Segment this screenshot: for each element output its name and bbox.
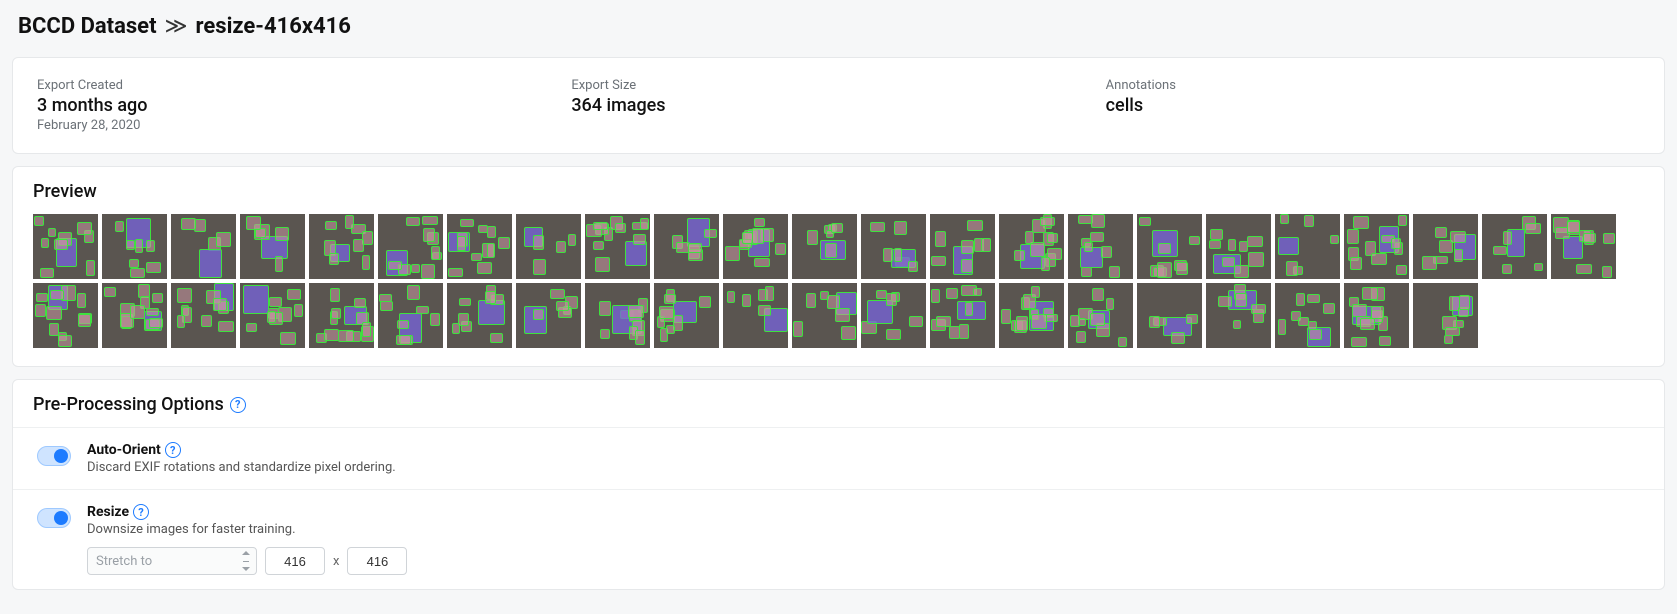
export-size-block: Export Size 364 images — [571, 78, 1105, 133]
resize-desc: Downsize images for faster training. — [87, 522, 407, 537]
preview-thumbnail[interactable] — [240, 214, 305, 279]
preview-thumbnail[interactable] — [309, 214, 374, 279]
resize-height-input[interactable] — [347, 547, 407, 575]
resize-width-input[interactable] — [265, 547, 325, 575]
preview-thumbnail[interactable] — [378, 214, 443, 279]
export-created-value: 3 months ago — [37, 95, 571, 116]
preview-thumbnail[interactable] — [1206, 214, 1271, 279]
preview-thumbnail[interactable] — [1275, 283, 1340, 348]
annotations-block: Annotations cells — [1106, 78, 1640, 133]
preview-thumbnail[interactable] — [999, 283, 1064, 348]
preview-thumbnail[interactable] — [171, 214, 236, 279]
preview-thumbnail[interactable] — [1344, 283, 1409, 348]
preview-thumbnail[interactable] — [33, 283, 98, 348]
export-size-value: 364 images — [571, 95, 1105, 116]
preview-thumbnail[interactable] — [999, 214, 1064, 279]
breadcrumb-separator-icon: ≫ — [165, 14, 188, 39]
preview-thumbnail[interactable] — [1068, 283, 1133, 348]
preview-panel: Preview — [12, 166, 1665, 367]
preview-thumbnail[interactable] — [1551, 214, 1616, 279]
preview-thumbnail[interactable] — [654, 283, 719, 348]
option-auto-orient: Auto-Orient ? Discard EXIF rotations and… — [13, 427, 1664, 489]
breadcrumb-version[interactable]: resize-416x416 — [196, 14, 351, 39]
preview-thumbnail[interactable] — [1413, 283, 1478, 348]
auto-orient-desc: Discard EXIF rotations and standardize p… — [87, 460, 396, 475]
preview-grid — [13, 214, 1664, 366]
help-icon[interactable]: ? — [133, 504, 149, 520]
preview-thumbnail[interactable] — [240, 283, 305, 348]
export-created-block: Export Created 3 months ago February 28,… — [37, 78, 571, 133]
preview-thumbnail[interactable] — [516, 283, 581, 348]
export-info-panel: Export Created 3 months ago February 28,… — [12, 57, 1665, 154]
preview-thumbnail[interactable] — [447, 214, 512, 279]
export-created-date: February 28, 2020 — [37, 118, 571, 133]
dimension-separator: x — [333, 554, 339, 569]
preview-thumbnail[interactable] — [309, 283, 374, 348]
preprocessing-heading-text: Pre-Processing Options — [33, 394, 224, 415]
preview-thumbnail[interactable] — [1413, 214, 1478, 279]
resize-mode-value: Stretch to — [96, 554, 152, 569]
preview-thumbnail[interactable] — [1482, 214, 1547, 279]
preview-thumbnail[interactable] — [792, 214, 857, 279]
preview-thumbnail[interactable] — [723, 214, 788, 279]
stepper-icon — [240, 551, 252, 571]
export-created-label: Export Created — [37, 78, 571, 93]
preview-thumbnail[interactable] — [861, 214, 926, 279]
breadcrumb-dataset[interactable]: BCCD Dataset — [18, 14, 157, 39]
resize-title: Resize — [87, 504, 129, 520]
preview-thumbnail[interactable] — [171, 283, 236, 348]
preview-thumbnail[interactable] — [1275, 214, 1340, 279]
preview-thumbnail[interactable] — [102, 214, 167, 279]
export-size-label: Export Size — [571, 78, 1105, 93]
preprocessing-heading: Pre-Processing Options ? — [13, 380, 1664, 427]
preview-thumbnail[interactable] — [930, 283, 995, 348]
option-resize: Resize ? Downsize images for faster trai… — [13, 489, 1664, 589]
preview-thumbnail[interactable] — [1206, 283, 1271, 348]
preview-thumbnail[interactable] — [723, 283, 788, 348]
preview-thumbnail[interactable] — [792, 283, 857, 348]
auto-orient-title: Auto-Orient — [87, 442, 161, 458]
preview-thumbnail[interactable] — [447, 283, 512, 348]
auto-orient-toggle[interactable] — [37, 446, 71, 466]
resize-toggle[interactable] — [37, 508, 71, 528]
annotations-value: cells — [1106, 95, 1640, 116]
preview-thumbnail[interactable] — [585, 214, 650, 279]
preview-thumbnail[interactable] — [1344, 214, 1409, 279]
preview-thumbnail[interactable] — [378, 283, 443, 348]
preview-thumbnail[interactable] — [930, 214, 995, 279]
preview-thumbnail[interactable] — [861, 283, 926, 348]
preview-thumbnail[interactable] — [1068, 214, 1133, 279]
preview-thumbnail[interactable] — [1137, 214, 1202, 279]
preview-thumbnail[interactable] — [102, 283, 167, 348]
preview-thumbnail[interactable] — [33, 214, 98, 279]
preview-thumbnail[interactable] — [516, 214, 581, 279]
annotations-label: Annotations — [1106, 78, 1640, 93]
help-icon[interactable]: ? — [230, 397, 246, 413]
preprocessing-panel: Pre-Processing Options ? Auto-Orient ? D… — [12, 379, 1665, 590]
preview-thumbnail[interactable] — [1137, 283, 1202, 348]
preview-heading: Preview — [13, 167, 1664, 214]
preview-thumbnail[interactable] — [654, 214, 719, 279]
preview-thumbnail[interactable] — [585, 283, 650, 348]
resize-mode-select[interactable]: Stretch to — [87, 547, 257, 575]
breadcrumb: BCCD Dataset ≫ resize-416x416 — [0, 0, 1677, 57]
help-icon[interactable]: ? — [165, 442, 181, 458]
